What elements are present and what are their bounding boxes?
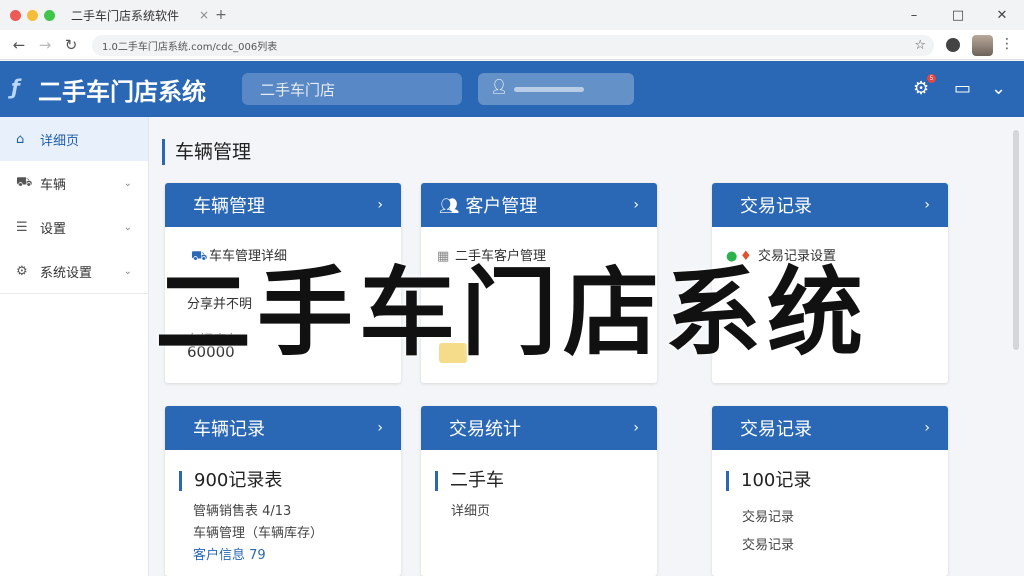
users-icon: 👥︎ xyxy=(439,195,460,215)
sidebar-item-label: 详细页 xyxy=(40,133,80,149)
chevron-right-icon[interactable]: › xyxy=(377,197,383,213)
sub-item-link[interactable]: 客户信息 79 xyxy=(193,544,266,563)
card-title: 交易记录 xyxy=(740,419,812,440)
minimize-button[interactable]: – xyxy=(892,8,936,23)
browser-tab-title[interactable]: 二手车门店系统软件 xyxy=(71,7,179,24)
settings-icon[interactable]: ⚙ xyxy=(913,78,929,99)
sub-item: 车辆管理（车辆库存） xyxy=(193,526,324,541)
user-search-box[interactable]: 👤︎ xyxy=(478,73,634,105)
user-name-placeholder xyxy=(514,87,584,92)
home-icon: ⌂ xyxy=(16,131,25,147)
card-vehicle-records[interactable]: 车辆记录 › 900记录表 管辆销售表 4/13 车辆管理（车辆库存） 客户信息… xyxy=(165,406,401,576)
chevron-right-icon[interactable]: › xyxy=(633,420,639,436)
chevron-down-icon[interactable]: ⌄ xyxy=(991,78,1006,99)
logo-icon: ƒ xyxy=(11,75,20,99)
card-header[interactable]: 交易记录 › xyxy=(712,183,948,227)
reload-icon[interactable]: ↻ xyxy=(64,36,78,54)
notification-badge: 5 xyxy=(927,74,936,83)
header-tab[interactable]: 二手车门店 xyxy=(242,73,462,105)
account-icon[interactable] xyxy=(946,38,960,52)
chevron-down-icon: ⌄ xyxy=(123,177,132,189)
sub-item: 交易记录 xyxy=(742,510,795,525)
app-title: 二手车门店系统 xyxy=(38,78,206,106)
menu-dots-icon[interactable]: ⋮ xyxy=(1000,36,1014,52)
window-titlebar: 二手车门店系统软件 × + – □ ✕ xyxy=(0,0,1024,30)
sub-item: 管辆销售表 4/13 xyxy=(193,504,292,519)
card-header[interactable]: 交易记录 › xyxy=(712,406,948,450)
card-title: 车辆记录 xyxy=(193,419,265,440)
maximize-window-dot[interactable] xyxy=(44,9,55,21)
sub-item: 交易记录 xyxy=(742,538,795,553)
sidebar-item-label: 车辆 xyxy=(40,177,67,193)
new-tab-icon[interactable]: + xyxy=(215,7,227,23)
sidebar-item-label: 设置 xyxy=(40,221,67,237)
app-header: ƒ 二手车门店系统 二手车门店 👤︎ ⚙ 5 ▭ ⌄ xyxy=(0,61,1024,117)
sub-item: 详细页 xyxy=(451,504,491,519)
sidebar-item-vehicles[interactable]: ⛟ 车辆 ⌄ xyxy=(0,161,148,205)
overlay-title: 二手车门店系统 xyxy=(155,257,869,369)
user-icon: 👤︎ xyxy=(490,79,508,95)
tab-close-icon[interactable]: × xyxy=(199,8,209,22)
profile-avatar[interactable] xyxy=(972,35,993,56)
browser-toolbar: ← → ↻ 1.0二手车门店系统.com/cdc_006列表 ☆ ⋮ xyxy=(0,30,1024,60)
window-buttons: – □ ✕ xyxy=(892,0,1024,30)
chevron-right-icon[interactable]: › xyxy=(924,197,930,213)
stat-heading: 900记录表 xyxy=(179,471,282,491)
card-transaction-statistics[interactable]: 交易统计 › 二手车 详细页 xyxy=(421,406,657,576)
back-icon[interactable]: ← xyxy=(12,36,26,54)
close-window-dot[interactable] xyxy=(10,9,21,21)
address-bar[interactable]: 1.0二手车门店系统.com/cdc_006列表 ☆ xyxy=(92,35,934,56)
chevron-right-icon[interactable]: › xyxy=(377,420,383,436)
card-header[interactable]: 车辆记录 › xyxy=(165,406,401,450)
window-controls xyxy=(10,9,55,21)
sidebar-item-settings[interactable]: ☰ 设置 ⌄ xyxy=(0,205,148,249)
chevron-right-icon[interactable]: › xyxy=(633,197,639,213)
bookmark-star-icon[interactable]: ☆ xyxy=(914,38,926,53)
card-title: 车辆管理 xyxy=(193,196,265,217)
forward-icon[interactable]: → xyxy=(38,36,52,54)
document-icon: ☰ xyxy=(16,219,28,235)
close-button[interactable]: ✕ xyxy=(980,8,1024,23)
chevron-right-icon[interactable]: › xyxy=(924,420,930,436)
minimize-window-dot[interactable] xyxy=(27,9,38,21)
card-header[interactable]: 👥︎ 客户管理 › xyxy=(421,183,657,227)
url-text: 1.0二手车门店系统.com/cdc_006列表 xyxy=(102,42,278,53)
card-title: 交易记录 xyxy=(740,196,812,217)
card-title: 交易统计 xyxy=(449,419,521,440)
stat-heading: 100记录 xyxy=(726,471,811,491)
page-title: 车辆管理 xyxy=(162,139,251,165)
card-header[interactable]: 车辆管理 › xyxy=(165,183,401,227)
card-title: 客户管理 xyxy=(465,196,538,217)
card-transaction-log[interactable]: 交易记录 › 100记录 交易记录 交易记录 xyxy=(712,406,948,576)
message-icon[interactable]: ▭ xyxy=(954,78,971,99)
car-icon: ⛟ xyxy=(16,174,33,190)
maximize-button[interactable]: □ xyxy=(936,8,980,23)
chevron-down-icon: ⌄ xyxy=(123,221,132,233)
stat-heading: 二手车 xyxy=(435,471,504,491)
sidebar-item-details[interactable]: ⌂ 详细页 xyxy=(0,117,148,161)
card-header[interactable]: 交易统计 › xyxy=(421,406,657,450)
